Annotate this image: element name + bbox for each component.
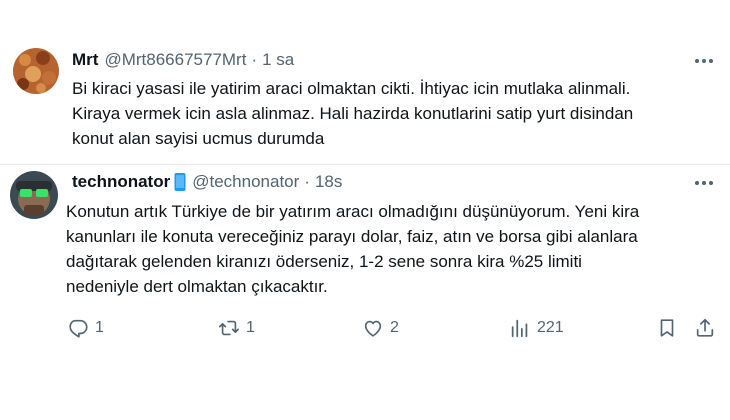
bookmark-button[interactable] [656,313,678,343]
user-handle[interactable]: @technonator [192,172,299,192]
bookmark-icon [660,319,674,337]
views-icon [511,319,528,338]
display-name[interactable]: technonator [72,172,170,192]
tweet-header: Mrt @Mrt86667577Mrt · 1 sa [72,49,294,71]
more-button[interactable] [692,173,716,193]
tweet-actions: 1 1 2 221 [0,313,730,343]
phone-badge-icon [174,173,186,191]
more-icon [695,181,713,185]
separator-dot: · [304,172,310,191]
more-icon [695,59,713,63]
avatar[interactable] [13,48,59,94]
tweet-text-line: Kiraya vermek icin asla alinmaz. Hali ha… [72,104,634,123]
retweet-count: 1 [246,319,255,336]
timestamp[interactable]: 1 sa [262,50,294,70]
reply-count: 1 [95,319,104,336]
share-icon [696,318,714,337]
user-handle[interactable]: @Mrt86667577Mrt [104,50,246,70]
display-name[interactable]: Mrt [72,50,98,70]
avatar[interactable] [10,171,58,219]
tweet-text-line: konut alan sayisi ucmus durumda [72,129,325,148]
like-button[interactable]: 2 [362,313,399,343]
tweet-text-line: dağıtarak gelenden kiranızı öderseniz, 1… [66,252,582,271]
tweet-header: technonator @technonator · 18s [72,171,342,193]
tweet-text: Bi kiraci yasasi ile yatirim araci olmak… [72,76,722,151]
tweet-mrt[interactable]: Mrt @Mrt86667577Mrt · 1 sa Bi kiraci yas… [0,34,730,164]
retweet-icon [219,320,239,336]
separator-dot: · [251,50,258,69]
like-count: 2 [390,319,399,336]
views-button[interactable]: 221 [509,313,564,343]
retweet-button[interactable]: 1 [218,313,255,343]
tweet-text-line: Bi kiraci yasasi ile yatirim araci olmak… [72,79,631,98]
reply-icon [69,319,88,338]
tweet-technonator[interactable]: technonator @technonator · 18s Konutun a… [0,165,730,365]
more-button[interactable] [692,51,716,71]
tweet-text-line: kanunları ile konuta vereceğiniz parayı … [66,227,638,246]
tweet-text-line: nedeniyle dert olmaktan çıkacaktır. [66,277,328,296]
like-icon [364,320,382,337]
reply-button[interactable]: 1 [67,313,104,343]
share-button[interactable] [694,313,716,343]
view-count: 221 [537,319,564,336]
avatar-image [13,48,59,94]
avatar-image [10,171,58,219]
timestamp[interactable]: 18s [315,172,342,192]
tweet-text: Konutun artık Türkiye de bir yatırım ara… [66,199,726,299]
tweet-text-line: Konutun artık Türkiye de bir yatırım ara… [66,202,640,221]
